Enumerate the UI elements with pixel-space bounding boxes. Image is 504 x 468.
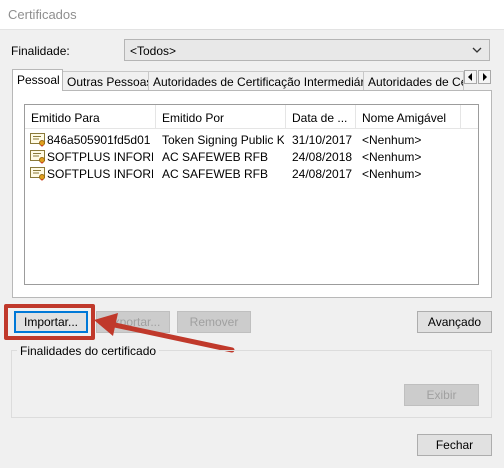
- cell-issued-to: 846a505901fd5d01: [47, 133, 151, 147]
- advanced-button[interactable]: Avançado: [417, 311, 492, 333]
- import-button[interactable]: Importar...: [14, 311, 88, 333]
- certificate-icon: [30, 167, 45, 181]
- column-header-label: Nome Amigável: [362, 111, 447, 125]
- column-header-issued-by[interactable]: Emitido Por: [156, 105, 286, 129]
- cell-issued-by: AC SAFEWEB RFB: [162, 150, 269, 164]
- column-header-label: Emitido Para: [31, 111, 100, 125]
- column-header-friendly-name[interactable]: Nome Amigável: [356, 105, 461, 129]
- table-row[interactable]: SOFTPLUS INFORM... AC SAFEWEB RFB 24/08/…: [25, 149, 478, 166]
- tab-intermediate-authorities[interactable]: Autoridades de Certificação Intermediári…: [148, 71, 364, 90]
- certificate-icon: [30, 133, 45, 147]
- tab-other-people[interactable]: Outras Pessoas: [62, 71, 149, 90]
- cell-friendly-name: <Nenhum>: [362, 133, 422, 147]
- table-row[interactable]: 846a505901fd5d01 Token Signing Public Ke…: [25, 132, 478, 149]
- certificate-icon: [30, 150, 45, 164]
- column-header-issued-to[interactable]: Emitido Para: [25, 105, 156, 129]
- tab-strip: Pessoal Outras Pessoas Autoridades de Ce…: [12, 69, 492, 91]
- cell-issued-to: SOFTPLUS INFORM...: [47, 167, 153, 181]
- cell-friendly-name: <Nenhum>: [362, 167, 422, 181]
- cell-expiration: 31/10/2017: [292, 133, 353, 147]
- table-row[interactable]: SOFTPLUS INFORM... AC SAFEWEB RFB 24/08/…: [25, 166, 478, 183]
- cell-issued-by: AC SAFEWEB RFB: [162, 167, 269, 181]
- window-title: Certificados: [8, 7, 77, 22]
- purpose-select-value: <Todos>: [130, 44, 177, 58]
- purpose-select[interactable]: <Todos>: [124, 39, 490, 61]
- cell-friendly-name: <Nenhum>: [362, 150, 422, 164]
- tab-other-people-label: Outras Pessoas: [67, 75, 149, 89]
- view-button[interactable]: Exibir: [404, 384, 479, 406]
- tab-scroll-right-button[interactable]: [478, 70, 491, 84]
- certificate-list[interactable]: Emitido Para Emitido Por Data de ... Nom…: [24, 104, 479, 285]
- tab-intermediate-authorities-label: Autoridades de Certificação Intermediári…: [153, 75, 364, 89]
- chevron-down-icon: [472, 47, 482, 53]
- cell-expiration: 24/08/2018: [292, 150, 353, 164]
- triangle-left-icon: [468, 73, 472, 81]
- column-header-expiration[interactable]: Data de ...: [286, 105, 356, 129]
- cell-expiration: 24/08/2017: [292, 167, 353, 181]
- tab-personal-label: Pessoal: [17, 73, 60, 87]
- tab-scroll-left-button[interactable]: [464, 70, 477, 84]
- group-title: Finalidades do certificado: [17, 344, 160, 358]
- export-button[interactable]: Exportar...: [96, 311, 170, 333]
- tab-certification-authorities[interactable]: Autoridades de Ce: [363, 71, 464, 90]
- close-button[interactable]: Fechar: [417, 434, 492, 456]
- tab-certification-authorities-label: Autoridades de Ce: [368, 75, 464, 89]
- column-header-label: Data de ...: [292, 111, 348, 125]
- cell-issued-to: SOFTPLUS INFORM...: [47, 150, 153, 164]
- column-header-label: Emitido Por: [162, 111, 225, 125]
- remove-button[interactable]: Remover: [177, 311, 251, 333]
- tab-personal[interactable]: Pessoal: [12, 69, 63, 91]
- list-header: Emitido Para Emitido Por Data de ... Nom…: [25, 105, 478, 129]
- cell-issued-by: Token Signing Public Key: [162, 133, 284, 147]
- purpose-label: Finalidade:: [11, 44, 70, 58]
- triangle-right-icon: [483, 73, 487, 81]
